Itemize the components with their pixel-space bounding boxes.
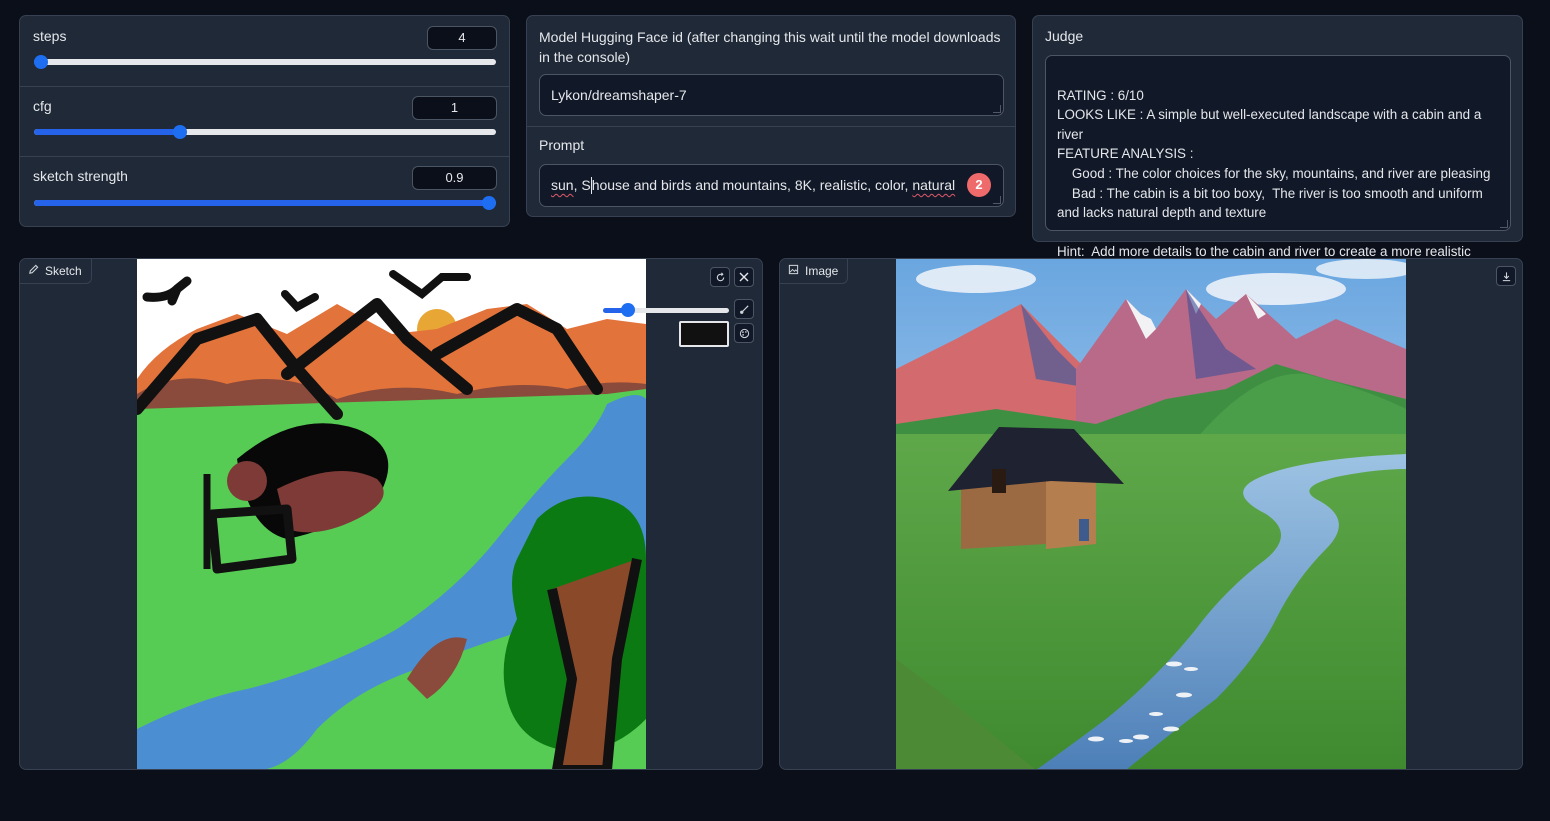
image-icon — [788, 259, 799, 283]
judge-line-feature: FEATURE ANALYSIS : — [1057, 146, 1194, 162]
color-picker-button[interactable] — [734, 323, 754, 343]
model-id-input[interactable]: Lykon/dreamshaper-7 — [539, 74, 1004, 116]
judge-line-blank — [1057, 223, 1499, 243]
sketch-strength-number-input[interactable]: 0.9 — [412, 166, 497, 190]
steps-number-input[interactable]: 4 — [427, 26, 497, 50]
download-icon — [1502, 271, 1510, 281]
sketch-strength-slider[interactable] — [34, 196, 497, 210]
pencil-icon — [28, 259, 39, 283]
prompt-word-sun: sun — [551, 177, 574, 193]
brush-color-swatch[interactable] — [679, 321, 729, 347]
model-label: Model Hugging Face id (after changing th… — [539, 29, 1001, 65]
image-tab: Image — [780, 259, 849, 284]
judge-line-rating: RATING : 6/10 — [1057, 87, 1144, 103]
cfg-slider-thumb[interactable] — [172, 125, 187, 139]
model-id-value: Lykon/dreamshaper-7 — [551, 87, 687, 103]
prompt-label: Prompt — [539, 137, 585, 153]
prompt-word-natural: natural — [912, 177, 956, 193]
download-button[interactable] — [1496, 266, 1516, 286]
prompt-text-caret: S — [581, 177, 591, 193]
undo-button[interactable] — [710, 267, 730, 287]
palette-icon — [739, 328, 749, 338]
cfg-slider[interactable] — [34, 125, 496, 139]
image-tab-label: Image — [805, 264, 839, 278]
steps-slider[interactable] — [34, 55, 496, 69]
judge-line-looks: LOOKS LIKE : A simple but well-executed … — [1057, 107, 1486, 142]
clear-button[interactable] — [734, 267, 754, 287]
sketch-tab: Sketch — [20, 259, 92, 284]
output-image-panel: Image — [779, 258, 1523, 770]
undo-icon — [716, 272, 724, 281]
cfg-number-input[interactable]: 1 — [412, 96, 497, 120]
model-prompt-panel: Model Hugging Face id (after changing th… — [526, 15, 1016, 217]
sketch-tab-label: Sketch — [45, 264, 82, 278]
judge-line-good: Good : The color choices for the sky, mo… — [1057, 165, 1491, 181]
steps-label: steps — [33, 28, 67, 44]
sketch-panel: Sketch — [19, 258, 763, 770]
brush-size-slider[interactable] — [603, 303, 729, 317]
prompt-text-middle: house and birds and mountains, 8K, reali… — [591, 177, 913, 193]
sketch-strength-slider-thumb[interactable] — [482, 196, 497, 210]
judge-output[interactable]: RATING : 6/10 LOOKS LIKE : A simple but w… — [1045, 55, 1511, 279]
cfg-label: cfg — [33, 98, 52, 114]
judge-line-bad: Bad : The cabin is a bit too boxy, The r… — [1057, 185, 1487, 221]
sketch-canvas[interactable] — [137, 259, 646, 770]
judge-label: Judge — [1045, 28, 1084, 44]
prompt-input[interactable]: sun, Shouse and birds and mountains, 8K,… — [539, 164, 1004, 207]
close-icon — [739, 272, 749, 282]
sketch-strength-label: sketch strength — [33, 168, 128, 184]
params-panel: steps 4 cfg 1 sketch strength 0.9 — [19, 15, 510, 227]
brush-icon — [739, 304, 749, 314]
steps-slider-thumb[interactable] — [34, 55, 48, 69]
spellcheck-badge[interactable]: 2 — [967, 173, 991, 197]
brush-size-button[interactable] — [734, 299, 754, 319]
judge-panel: Judge RATING : 6/10 LOOKS LIKE : A simple… — [1032, 15, 1523, 279]
generated-image — [896, 259, 1406, 769]
